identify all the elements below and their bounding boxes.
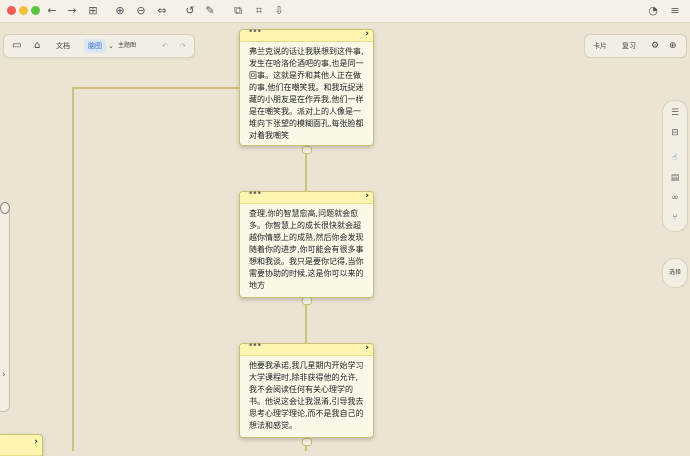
redo-icon[interactable]: ↷ [180,39,186,53]
review-button[interactable]: 复习 [622,39,636,53]
select-button[interactable]: 选择 [662,258,688,288]
card-header: › [0,435,42,456]
card-text: 查理,你的智慧愈高,问题就会愈多。你智慧上的成长很快就会超越你情感上的成熟,然后… [249,209,364,290]
menu-icon[interactable]: ≡ [668,4,682,18]
expand-left-arrow-icon[interactable]: › [2,370,6,380]
mindmap-card[interactable]: ••• › 他要我承诺,我几星期内开始学习大学课程时,除非获得他的允许,我不会阅… [239,341,374,438]
copy-icon[interactable]: ⧉ [231,4,245,18]
more-dots-icon[interactable]: ••• [248,189,262,199]
sidebar-toggle-icon[interactable]: ▭ [12,39,21,53]
partial-mindmap-card[interactable]: › [0,434,43,456]
card-text: 他要我承诺,我几星期内开始学习大学课程时,除非获得他的允许,我不会阅读任何有关心… [249,361,364,430]
card-text: 弗兰克说的话让我联想到这件事,发生在哈洛伦酒吧的事,也是同一回事。这就是乔和其他… [249,47,364,140]
library-icon[interactable]: ⌂ [34,39,40,53]
rotate-icon[interactable]: ↺ [183,4,197,18]
title-bar: ← → ⊞ ⊕ ⊖ ⇔ ↺ ✎ ⧉ ⌗ ⇩ ◔ ≡ [0,0,690,23]
mindmap-card[interactable]: ••• › 查理,你的智慧愈高,问题就会愈多。你智慧上的成长很快就会超越你情感上… [239,189,374,298]
side-tool-panel: ☰ ⊟ ☝ ▤ ∞ ⑂ [662,100,688,232]
zoom-window-button[interactable] [31,6,40,15]
expand-arrow-icon[interactable]: › [365,191,369,201]
undo-icon[interactable]: ↶ [162,39,168,53]
collapse-knob[interactable] [302,438,312,446]
pages-icon[interactable]: ▤ [669,172,681,184]
branch-icon[interactable]: ⑂ [669,212,681,224]
forward-arrow-icon[interactable]: → [65,4,79,18]
grid-view-icon[interactable]: ⊞ [86,4,100,18]
expand-arrow-icon[interactable]: › [34,437,38,447]
chevron-down-icon[interactable]: ⌄ [108,39,114,53]
screenshot-icon[interactable]: ⌗ [252,4,266,18]
back-arrow-icon[interactable]: ← [45,4,59,18]
map-tab[interactable]: 脑图 [84,39,106,53]
settings-icon[interactable]: ⚙ [651,39,659,53]
zoom-out-icon[interactable]: ⊖ [134,4,148,18]
review-toolbar: 卡片 复习 ⚙ ⊕ [584,34,687,58]
expand-arrow-icon[interactable]: › [365,29,369,39]
card-header: ••• › [240,189,373,204]
pointer-icon[interactable]: ☝ [669,152,681,164]
mindmap-card[interactable]: ••• › 弗兰克说的话让我联想到这件事,发生在哈洛伦酒吧的事,也是同一回事。这… [239,27,374,146]
card-button[interactable]: 卡片 [593,39,607,53]
theme-map-button[interactable]: 主题图 [118,39,136,53]
fit-width-icon[interactable]: ⇔ [155,4,169,18]
layout-icon[interactable]: ⊟ [669,127,681,139]
list-icon[interactable]: ☰ [669,107,681,119]
card-header: ••• › [240,341,373,356]
collapse-handle-icon[interactable] [0,202,10,214]
add-icon[interactable]: ⊕ [669,39,677,53]
export-icon[interactable]: ⇩ [272,4,286,18]
left-collapsed-panel [0,205,10,412]
more-dots-icon[interactable]: ••• [248,341,262,351]
minimize-window-button[interactable] [19,6,28,15]
zoom-in-icon[interactable]: ⊕ [113,4,127,18]
expand-arrow-icon[interactable]: › [365,343,369,353]
card-header: ••• › [240,27,373,42]
collapse-knob[interactable] [302,297,312,305]
close-window-button[interactable] [7,6,16,15]
bell-icon[interactable]: ◔ [646,4,660,18]
doc-tab[interactable]: 文档 [56,39,70,53]
more-dots-icon[interactable]: ••• [248,27,262,37]
view-toolbar: ▭ ⌂ 文档 脑图 ⌄ 主题图 ↶ ↷ [3,34,195,58]
edit-icon[interactable]: ✎ [203,4,217,18]
connector-horizontal [72,87,240,89]
connector-left-vertical [72,87,74,451]
link-icon[interactable]: ∞ [669,192,681,204]
